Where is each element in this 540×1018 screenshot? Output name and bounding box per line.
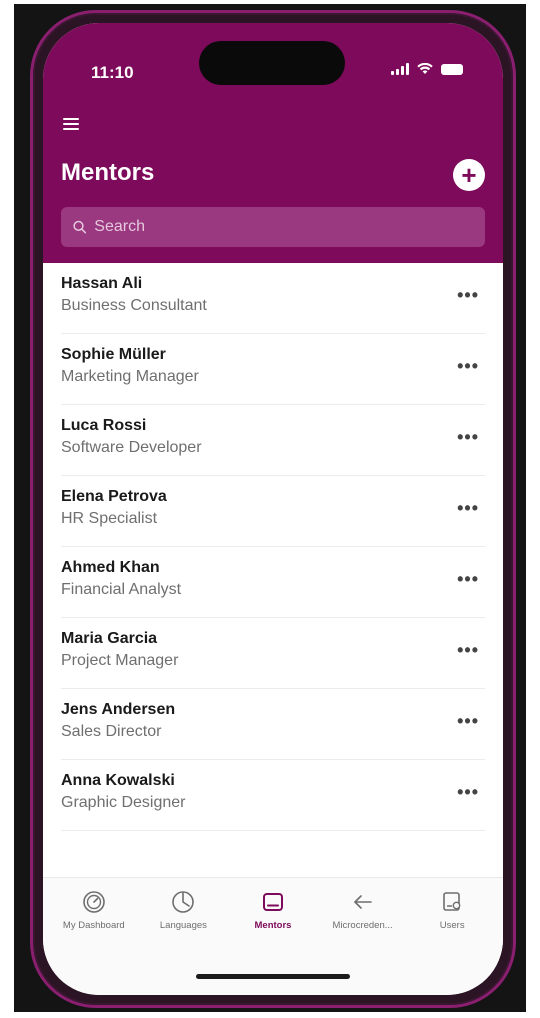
more-options-icon[interactable]: ••• (457, 427, 479, 448)
home-indicator[interactable] (196, 974, 350, 979)
tab-my-dashboard[interactable]: My Dashboard (50, 890, 138, 931)
search-icon (73, 220, 87, 234)
tab-users[interactable]: Users (408, 890, 496, 931)
tab-label: Microcreden... (332, 920, 393, 931)
list-item[interactable]: Elena Petrova HR Specialist ••• (61, 476, 485, 547)
app-header: 11:10 Mentors + (43, 23, 503, 263)
list-item[interactable]: Jens Andersen Sales Director ••• (61, 689, 485, 760)
more-options-icon[interactable]: ••• (457, 711, 479, 732)
battery-icon (441, 63, 463, 75)
dynamic-island (199, 41, 345, 85)
more-options-icon[interactable]: ••• (457, 782, 479, 803)
pie-clock-icon (172, 891, 195, 913)
mentor-role: Marketing Manager (61, 368, 199, 385)
mentor-role: Graphic Designer (61, 794, 186, 811)
tab-mentors[interactable]: Mentors (229, 890, 317, 931)
list-item[interactable]: Sophie Müller Marketing Manager ••• (61, 334, 485, 405)
more-options-icon[interactable]: ••• (457, 285, 479, 306)
app-screen: 11:10 Mentors + Search Hassan Ali Busine… (43, 23, 503, 995)
mentor-role: HR Specialist (61, 510, 158, 527)
mentor-card-icon (262, 893, 283, 911)
status-time: 11:10 (91, 63, 134, 82)
mentor-name: Ahmed Khan (61, 559, 160, 576)
mentor-name: Jens Andersen (61, 701, 176, 718)
mentor-role: Project Manager (61, 652, 179, 669)
mentor-role: Software Developer (61, 439, 202, 456)
gauge-icon (82, 891, 105, 913)
wifi-icon (417, 63, 433, 74)
tab-microcredentials[interactable]: Microcreden... (319, 890, 407, 931)
hamburger-menu-icon[interactable] (63, 118, 79, 130)
mentor-name: Sophie Müller (61, 346, 166, 363)
arrow-left-icon (353, 895, 372, 909)
tab-label: Users (439, 920, 465, 931)
more-options-icon[interactable]: ••• (457, 569, 479, 590)
search-bar[interactable] (61, 207, 485, 247)
tab-label: Mentors (254, 920, 292, 931)
page-title: Mentors (61, 159, 155, 186)
list-item[interactable]: Hassan Ali Business Consultant ••• (61, 263, 485, 334)
add-mentor-button[interactable]: + (453, 159, 485, 191)
mentor-role: Business Consultant (61, 297, 207, 314)
tab-label: My Dashboard (62, 920, 125, 931)
list-item[interactable]: Ahmed Khan Financial Analyst ••• (61, 547, 485, 618)
mentor-role: Sales Director (61, 723, 162, 740)
more-options-icon[interactable]: ••• (457, 356, 479, 377)
mentor-role: Financial Analyst (61, 581, 182, 598)
bottom-tab-bar: My Dashboard Languages Mentors Microcred… (43, 877, 503, 995)
more-options-icon[interactable]: ••• (457, 640, 479, 661)
user-card-icon (443, 892, 461, 911)
mentor-list: Hassan Ali Business Consultant ••• Sophi… (43, 263, 503, 831)
mentor-name: Elena Petrova (61, 488, 167, 505)
phone-frame: 11:10 Mentors + Search Hassan Ali Busine… (30, 10, 516, 1008)
mentor-name: Hassan Ali (61, 275, 143, 292)
list-item[interactable]: Maria Garcia Project Manager ••• (61, 618, 485, 689)
tab-languages[interactable]: Languages (139, 890, 227, 931)
mentor-name: Maria Garcia (61, 630, 158, 647)
tab-label: Languages (159, 920, 207, 931)
mentor-name: Luca Rossi (61, 417, 147, 434)
list-item[interactable]: Luca Rossi Software Developer ••• (61, 405, 485, 476)
list-item[interactable]: Anna Kowalski Graphic Designer ••• (61, 760, 485, 831)
more-options-icon[interactable]: ••• (457, 498, 479, 519)
signal-icon (391, 63, 409, 75)
search-input[interactable] (94, 218, 485, 236)
mentor-name: Anna Kowalski (61, 772, 175, 789)
status-icons (391, 63, 463, 75)
